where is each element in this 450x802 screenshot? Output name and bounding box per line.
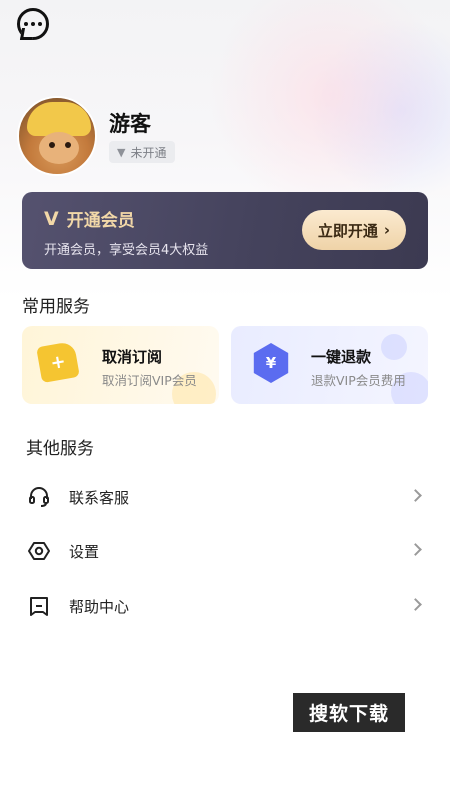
avatar-face — [39, 132, 79, 164]
menu-item-label: 设置 — [69, 543, 100, 561]
cancel-subscription-subtitle: 取消订阅VIP会员 — [102, 373, 197, 388]
open-membership-label: 立即开通 — [317, 221, 378, 240]
open-membership-button[interactable]: 立即开通 › — [302, 210, 406, 250]
chevron-right-icon — [409, 598, 422, 611]
other-services-title: 其他服务 — [26, 439, 94, 459]
menu-item-help-center[interactable]: 帮助中心 — [22, 586, 428, 626]
chevron-right-icon: › — [383, 221, 391, 239]
member-card[interactable]: V 开通会员 开通会员，享受会员4大权益 立即开通 › — [22, 192, 428, 269]
one-click-refund-card[interactable]: ¥ 一键退款 退款VIP会员费用 — [231, 326, 428, 404]
chevron-right-icon — [409, 543, 422, 556]
vip-crown-icon: V — [44, 207, 59, 230]
cancel-subscription-title: 取消订阅 — [102, 348, 163, 366]
avatar-eye — [65, 142, 71, 148]
chevron-right-icon — [409, 489, 422, 502]
menu-item-settings[interactable]: 设置 — [22, 531, 428, 571]
cancel-subscription-card[interactable]: + 取消订阅 取消订阅VIP会员 — [22, 326, 219, 404]
avatar-eye — [49, 142, 55, 148]
vip-status-label: 未开通 — [130, 145, 167, 160]
vip-v-icon: ▼ — [117, 145, 126, 159]
common-services-title: 常用服务 — [22, 297, 90, 317]
menu-item-contact-support[interactable]: 联系客服 — [22, 477, 428, 517]
help-icon — [30, 597, 48, 616]
yen-icon: ¥ — [253, 343, 289, 383]
chat-bubble-icon[interactable] — [17, 8, 49, 40]
flag-icon: + — [36, 340, 80, 384]
member-title: V 开通会员 — [44, 206, 135, 232]
avatar-hat — [27, 102, 91, 136]
menu-item-label: 联系客服 — [69, 489, 130, 507]
settings-icon — [28, 542, 50, 560]
member-title-label: 开通会员 — [66, 211, 135, 231]
member-description: 开通会员，享受会员4大权益 — [44, 243, 209, 258]
watermark: 搜软下载 — [293, 693, 405, 732]
avatar[interactable] — [17, 96, 97, 176]
menu-item-label: 帮助中心 — [69, 598, 130, 616]
username: 游客 — [109, 112, 151, 136]
refund-subtitle: 退款VIP会员费用 — [311, 373, 406, 388]
refund-title: 一键退款 — [311, 348, 372, 366]
vip-status-badge: ▼ 未开通 — [109, 141, 176, 163]
headset-icon — [29, 487, 49, 507]
card-decoration — [381, 334, 407, 360]
